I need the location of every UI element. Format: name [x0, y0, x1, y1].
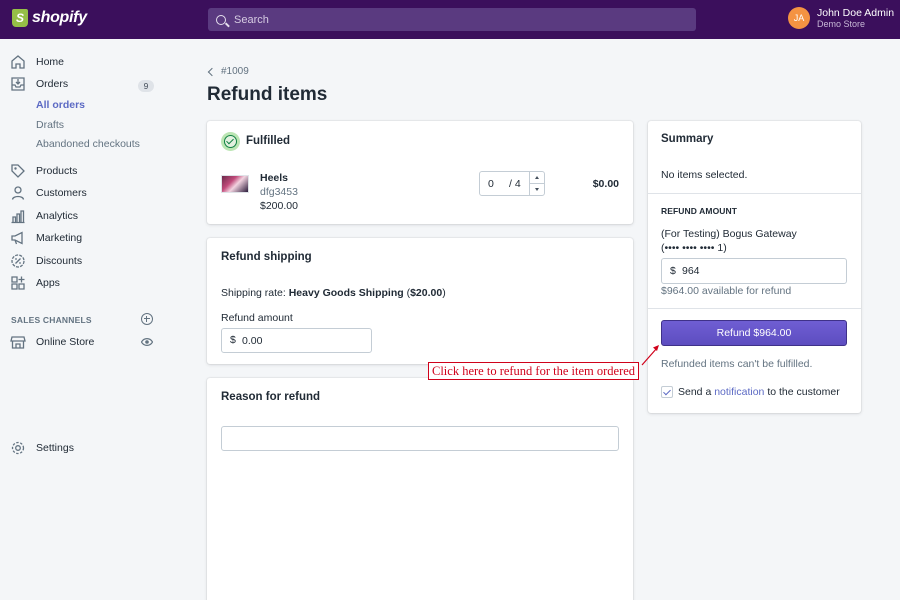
- search-bar[interactable]: [208, 8, 696, 31]
- sidebar-item-label: Products: [36, 165, 78, 177]
- refund-shipping-title: Refund shipping: [221, 251, 312, 263]
- gear-icon: [10, 440, 26, 456]
- fulfilled-title: Fulfilled: [246, 135, 291, 147]
- sidebar-item-marketing[interactable]: Marketing: [10, 229, 82, 247]
- search-icon: [216, 14, 226, 25]
- quantity-steps: [529, 172, 544, 195]
- available-refund-text: $964.00 available for refund: [661, 285, 792, 297]
- fulfilled-card: Fulfilled Heels dfg3453 $200.00 0 / 4 $0…: [207, 121, 633, 224]
- no-items-text: No items selected.: [661, 169, 748, 181]
- fulfilled-check-icon: [221, 132, 240, 151]
- sidebar-subitem-abandoned-checkouts[interactable]: Abandoned checkouts: [36, 138, 140, 150]
- reason-title: Reason for refund: [221, 391, 321, 403]
- add-sales-channel-icon[interactable]: [141, 313, 153, 325]
- sidebar-item-label: Customers: [36, 187, 87, 199]
- store-icon: [10, 334, 26, 350]
- summary-title: Summary: [661, 133, 714, 145]
- refund-amount-heading: REFUND AMOUNT: [661, 206, 738, 216]
- summary-card: Summary No items selected. REFUND AMOUNT…: [648, 121, 861, 413]
- sidebar-item-label: Marketing: [36, 232, 83, 244]
- shopify-logo[interactable]: shopify: [12, 9, 87, 27]
- sidebar-item-label: Orders: [36, 78, 69, 90]
- user-name: John Doe Admin: [817, 6, 895, 19]
- currency-prefix: $: [230, 334, 236, 346]
- decrement-icon[interactable]: [530, 184, 544, 196]
- discount-icon: [10, 253, 26, 269]
- sidebar-item-home[interactable]: Home: [10, 53, 64, 71]
- annotation-callout: Click here to refund for the item ordere…: [428, 362, 640, 380]
- sidebar-item-label: Analytics: [36, 210, 79, 222]
- page-title: Refund items: [207, 84, 328, 105]
- send-notification-label: Send a notification to the customer: [678, 386, 840, 398]
- user-menu[interactable]: JA John Doe Admin Demo Store: [788, 7, 894, 29]
- megaphone-icon: [10, 230, 26, 246]
- sidebar-item-online-store[interactable]: Online Store: [10, 333, 94, 351]
- apps-icon: [10, 275, 26, 291]
- bar-chart-icon: [10, 208, 26, 224]
- sidebar-item-orders[interactable]: Orders: [10, 75, 68, 93]
- store-name: Demo Store: [817, 18, 866, 29]
- annotation-arrow: [641, 345, 659, 366]
- refund-button[interactable]: Refund $964.00: [661, 320, 847, 346]
- sidebar-item-discounts[interactable]: Discounts: [10, 252, 82, 270]
- item-price: $200.00: [260, 200, 298, 212]
- refund-amount-input[interactable]: [661, 258, 847, 284]
- increment-icon[interactable]: [530, 172, 544, 184]
- shipping-refund-amount-input[interactable]: [221, 328, 372, 353]
- sidebar-item-label: Online Store: [36, 336, 95, 348]
- orders-icon: [10, 76, 26, 92]
- reason-card: Reason for refund: [207, 378, 633, 600]
- notification-link[interactable]: notification: [714, 386, 764, 398]
- sidebar-item-label: Settings: [36, 442, 74, 454]
- person-icon: [10, 185, 26, 201]
- sidebar: Home Orders 9 All orders Drafts Abandone…: [0, 39, 166, 600]
- sidebar-item-settings[interactable]: Settings: [10, 439, 74, 457]
- gateway-name: (For Testing) Bogus Gateway: [661, 228, 797, 240]
- item-name[interactable]: Heels: [260, 172, 288, 184]
- refund-amount-label: Refund amount: [221, 312, 293, 324]
- breadcrumb-back[interactable]: #1009: [207, 66, 249, 77]
- sidebar-item-products[interactable]: Products: [10, 162, 77, 180]
- divider: [648, 193, 861, 194]
- breadcrumb-order-number: #1009: [221, 66, 249, 77]
- sidebar-item-analytics[interactable]: Analytics: [10, 207, 78, 225]
- shopify-bag-icon: [12, 9, 28, 27]
- sidebar-subitem-all-orders[interactable]: All orders: [36, 99, 85, 111]
- sidebar-item-label: Home: [36, 56, 65, 68]
- quantity-max: / 4: [509, 177, 521, 190]
- tag-icon: [10, 163, 26, 179]
- brand-name: shopify: [32, 9, 87, 26]
- shipping-rate: Shipping rate: Heavy Goods Shipping ($20…: [221, 287, 446, 299]
- item-sku: dfg3453: [260, 186, 298, 198]
- line-total: $0.00: [592, 178, 619, 190]
- sidebar-item-customers[interactable]: Customers: [10, 184, 87, 202]
- card-number: (•••• •••• •••• 1): [661, 242, 727, 254]
- orders-count-badge: 9: [138, 80, 154, 92]
- notify-customer-checkbox[interactable]: [661, 386, 673, 398]
- sidebar-item-apps[interactable]: Apps: [10, 274, 60, 292]
- sidebar-subitem-drafts[interactable]: Drafts: [36, 119, 64, 131]
- sidebar-item-label: Apps: [36, 277, 60, 289]
- quantity-value[interactable]: 0: [480, 178, 504, 190]
- sales-channels-heading: SALES CHANNELS: [11, 315, 92, 325]
- chevron-left-icon: [207, 67, 217, 76]
- eye-icon[interactable]: [140, 336, 154, 348]
- avatar: JA: [788, 7, 810, 29]
- refund-shipping-card: Refund shipping Shipping rate: Heavy Goo…: [207, 238, 633, 364]
- sidebar-item-label: Discounts: [36, 255, 83, 267]
- home-icon: [10, 54, 26, 70]
- reason-input[interactable]: [221, 426, 619, 451]
- top-bar: shopify JA John Doe Admin Demo Store: [0, 0, 900, 39]
- search-input[interactable]: [234, 13, 674, 26]
- divider: [648, 308, 861, 309]
- quantity-stepper[interactable]: 0 / 4: [479, 171, 545, 196]
- refund-note: Refunded items can't be fulfilled.: [661, 358, 813, 370]
- product-thumbnail: [221, 175, 249, 193]
- currency-prefix: $: [670, 265, 676, 277]
